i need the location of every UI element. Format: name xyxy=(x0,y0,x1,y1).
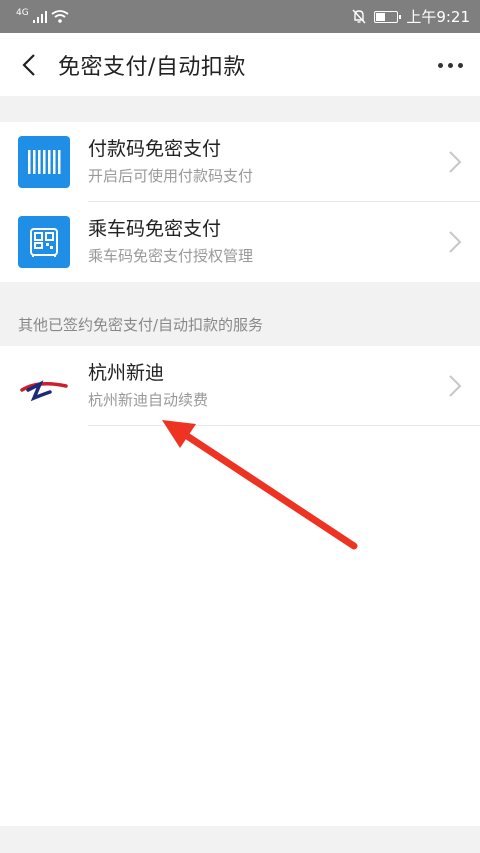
annotation-arrow xyxy=(162,420,358,550)
bottom-strip xyxy=(0,826,480,853)
